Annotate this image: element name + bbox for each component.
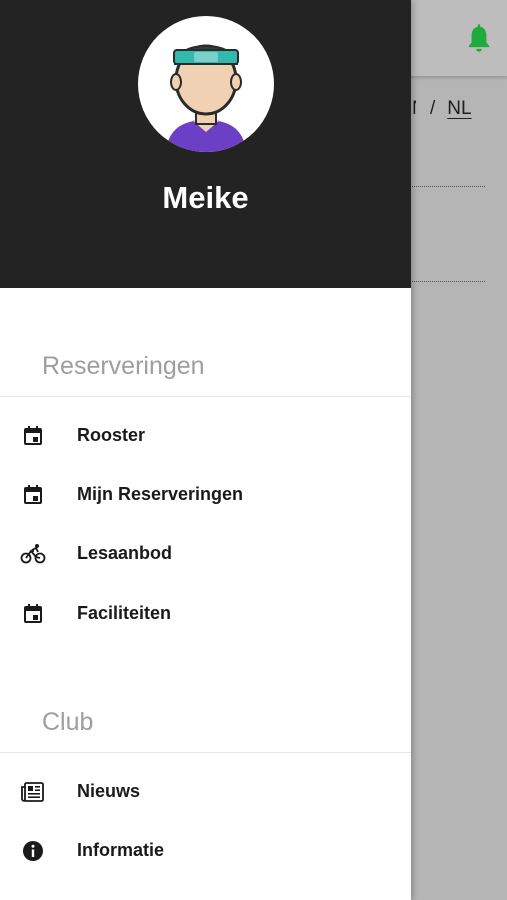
user-name: Meike xyxy=(162,180,249,215)
menu-item-label: Mijn Reserveringen xyxy=(77,484,244,504)
divider xyxy=(0,396,411,397)
menu-item-label: Faciliteiten xyxy=(77,603,172,623)
language-option-hidden[interactable]: N xyxy=(412,98,416,120)
calendar-icon xyxy=(24,426,42,445)
menu-item-label: Nieuws xyxy=(77,781,141,801)
menu-item-label: Rooster xyxy=(77,425,146,445)
language-option-nl[interactable]: NL xyxy=(447,98,471,119)
form-field-underline[interactable] xyxy=(412,186,485,187)
newspaper-icon xyxy=(21,782,44,802)
notification-bell-icon[interactable] xyxy=(465,22,493,54)
menu-item-lesaanbod[interactable]: Lesaanbod xyxy=(0,526,411,582)
menu-item-label: Lesaanbod xyxy=(77,543,173,563)
navigation-drawer: Meike Reserveringen Rooster Mijn Reserve… xyxy=(0,0,411,900)
form-field-underline[interactable] xyxy=(412,281,485,282)
drawer-header: Meike xyxy=(0,0,411,288)
info-icon xyxy=(23,841,43,861)
language-separator: / xyxy=(430,98,436,119)
avatar[interactable] xyxy=(138,16,274,152)
avatar-illustration xyxy=(166,44,246,152)
bicycle-icon xyxy=(20,544,46,564)
menu-item-faciliteiten[interactable]: Faciliteiten xyxy=(0,586,411,642)
divider xyxy=(0,752,411,753)
section-title-reserveringen: Reserveringen xyxy=(42,352,205,380)
calendar-icon xyxy=(24,485,42,504)
menu-item-informatie[interactable]: Informatie xyxy=(0,823,411,879)
calendar-icon xyxy=(24,604,42,623)
menu-item-label: Informatie xyxy=(77,840,165,860)
section-title-club: Club xyxy=(42,708,94,736)
language-switcher: N / NL xyxy=(412,98,472,120)
menu-item-nieuws[interactable]: Nieuws xyxy=(0,764,411,820)
menu-item-rooster[interactable]: Rooster xyxy=(0,408,411,464)
menu-item-mijn-reserveringen[interactable]: Mijn Reserveringen xyxy=(0,467,411,523)
